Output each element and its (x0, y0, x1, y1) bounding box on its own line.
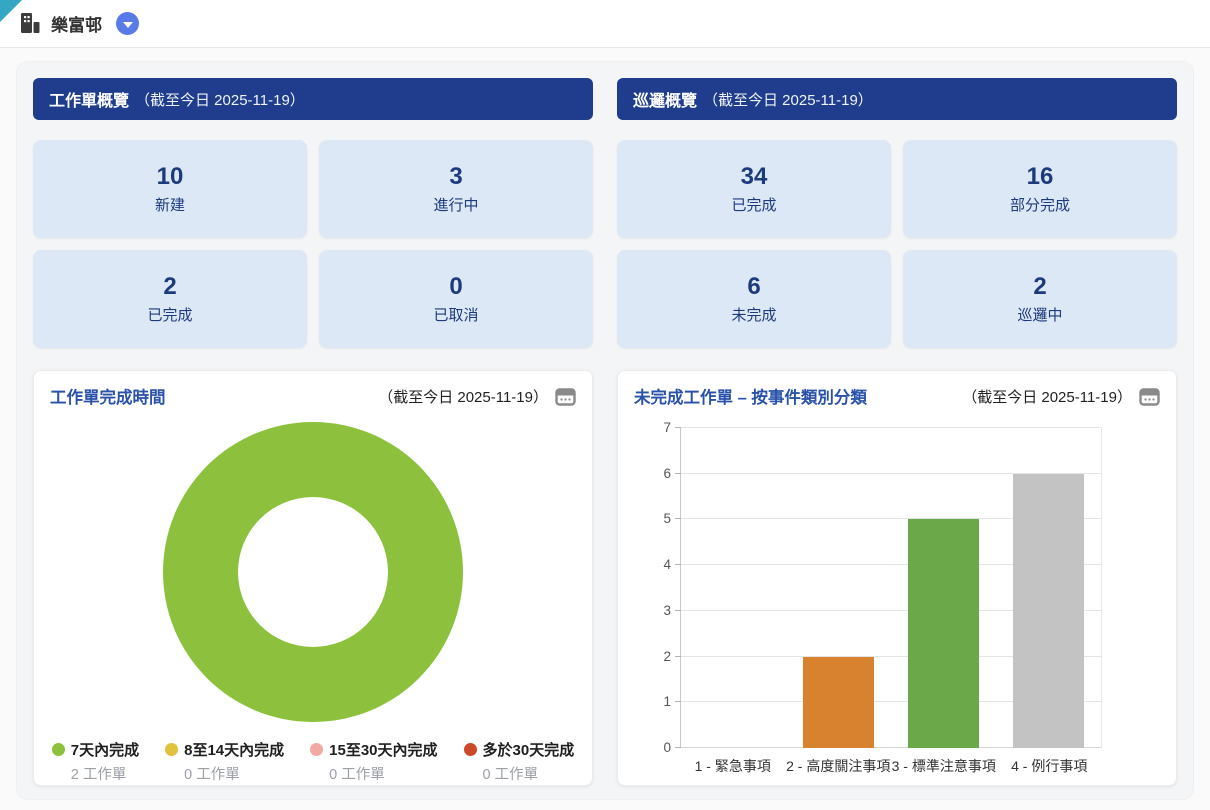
panel-title: 工作單概覽 (49, 87, 129, 111)
legend-dot-icon (310, 743, 323, 756)
stat-value: 16 (1027, 163, 1054, 191)
stat-card-new: 10 新建 (33, 140, 307, 238)
stat-value: 6 (747, 273, 760, 301)
chart-date-note: （截至今日 2025-11-19） (378, 386, 548, 407)
calendar-button[interactable] (555, 387, 576, 406)
stat-label: 進行中 (433, 194, 478, 215)
donut-legend: 7天內完成2 工作單8至14天內完成0 工作單15至30天內完成0 工作單多於3… (50, 739, 576, 784)
legend-count: 0 工作單 (184, 763, 284, 784)
x-axis-category-label: 4 - 例行事項 (997, 756, 1103, 776)
patrol-panel: 巡邏概覽 （截至今日 2025-11-19） 34 已完成 16 部分完成 6 … (617, 78, 1177, 786)
calendar-icon (555, 387, 576, 406)
chevron-down-icon (123, 22, 133, 28)
bar (803, 657, 874, 748)
stat-value: 3 (449, 163, 462, 191)
stat-value: 34 (741, 163, 768, 191)
panel-date-note: （截至今日 2025-11-19） (703, 89, 873, 110)
x-axis-category-label: 1 - 緊急事項 (680, 756, 786, 776)
x-axis-category-label: 3 - 標準注意事項 (891, 756, 997, 776)
bar-plot-area: 01234567 (680, 428, 1102, 748)
topbar: 樂富邨 (0, 0, 1210, 48)
legend-dot-icon (464, 743, 477, 756)
donut-legend-item[interactable]: 8至14天內完成 0 工作單 (165, 739, 284, 784)
site-dropdown-button[interactable] (116, 12, 139, 35)
stat-card-cancelled: 0 已取消 (319, 250, 593, 348)
stat-card-patrol-completed: 34 已完成 (617, 140, 891, 238)
chart-title: 未完成工作單 – 按事件類別分類 (634, 384, 867, 408)
stat-label: 未完成 (731, 304, 776, 325)
stat-card-patrolling: 2 巡邏中 (903, 250, 1177, 348)
bar-x-axis-labels: 1 - 緊急事項2 - 高度關注事項3 - 標準注意事項4 - 例行事項 (680, 756, 1102, 776)
bar-chart-card: 未完成工作單 – 按事件類別分類 （截至今日 2025-11-19） (617, 370, 1177, 786)
x-axis-category-label: 2 - 高度關注事項 (786, 756, 892, 776)
donut-legend-item[interactable]: 多於30天完成 0 工作單 (464, 739, 575, 784)
work-order-panel-header: 工作單概覽 （截至今日 2025-11-19） (33, 78, 593, 120)
y-axis-tick-label: 2 (653, 649, 671, 664)
donut-hole (238, 497, 388, 647)
y-axis-tick-label: 0 (653, 740, 671, 755)
legend-dot-icon (165, 743, 178, 756)
stat-label: 新建 (155, 194, 185, 215)
corner-ribbon (0, 0, 22, 22)
donut-legend-item[interactable]: 7天內完成 2 工作單 (52, 739, 139, 784)
y-axis-tick-label: 4 (653, 557, 671, 572)
legend-count: 2 工作單 (71, 763, 139, 784)
legend-label: 多於30天完成 (483, 739, 575, 760)
legend-label: 7天內完成 (71, 739, 139, 760)
panel-title: 巡邏概覽 (633, 87, 697, 111)
y-axis-tick-label: 5 (653, 511, 671, 526)
stat-value: 0 (449, 273, 462, 301)
calendar-button[interactable] (1139, 387, 1160, 406)
y-axis-tick-label: 1 (653, 694, 671, 709)
stat-value: 10 (157, 163, 184, 191)
donut-chart-card: 工作單完成時間 （截至今日 2025-11-19） (33, 370, 593, 786)
legend-label: 15至30天內完成 (329, 739, 437, 760)
calendar-icon (1139, 387, 1160, 406)
bar (1013, 474, 1084, 748)
stat-label: 已完成 (731, 194, 776, 215)
stat-card-completed: 2 已完成 (33, 250, 307, 348)
legend-dot-icon (52, 743, 65, 756)
stat-label: 部分完成 (1010, 194, 1070, 215)
patrol-stats: 34 已完成 16 部分完成 6 未完成 2 巡邏中 (617, 140, 1177, 348)
y-axis-tick-label: 6 (653, 466, 671, 481)
stat-label: 已完成 (147, 304, 192, 325)
stat-value: 2 (163, 273, 176, 301)
stat-value: 2 (1033, 273, 1046, 301)
legend-count: 0 工作單 (483, 763, 575, 784)
legend-count: 0 工作單 (329, 763, 437, 784)
y-axis-tick-label: 3 (653, 603, 671, 618)
bar (908, 519, 979, 748)
stat-card-partially-completed: 16 部分完成 (903, 140, 1177, 238)
donut-legend-item[interactable]: 15至30天內完成 0 工作單 (310, 739, 437, 784)
y-axis-tick-label: 7 (653, 420, 671, 435)
stat-card-incomplete: 6 未完成 (617, 250, 891, 348)
bar-chart: 01234567 (680, 428, 1102, 748)
panel-date-note: （截至今日 2025-11-19） (135, 89, 305, 110)
site-name: 樂富邨 (51, 11, 102, 36)
legend-label: 8至14天內完成 (184, 739, 284, 760)
donut-chart (163, 422, 463, 722)
stat-card-in-progress: 3 進行中 (319, 140, 593, 238)
work-order-panel: 工作單概覽 （截至今日 2025-11-19） 10 新建 3 進行中 2 已完… (33, 78, 593, 786)
patrol-panel-header: 巡邏概覽 （截至今日 2025-11-19） (617, 78, 1177, 120)
chart-date-note: （截至今日 2025-11-19） (962, 386, 1132, 407)
chart-title: 工作單完成時間 (50, 384, 166, 408)
stat-label: 巡邏中 (1017, 304, 1062, 325)
work-order-stats: 10 新建 3 進行中 2 已完成 0 已取消 (33, 140, 593, 348)
stat-label: 已取消 (433, 304, 478, 325)
dashboard-container: 工作單概覽 （截至今日 2025-11-19） 10 新建 3 進行中 2 已完… (16, 61, 1194, 800)
